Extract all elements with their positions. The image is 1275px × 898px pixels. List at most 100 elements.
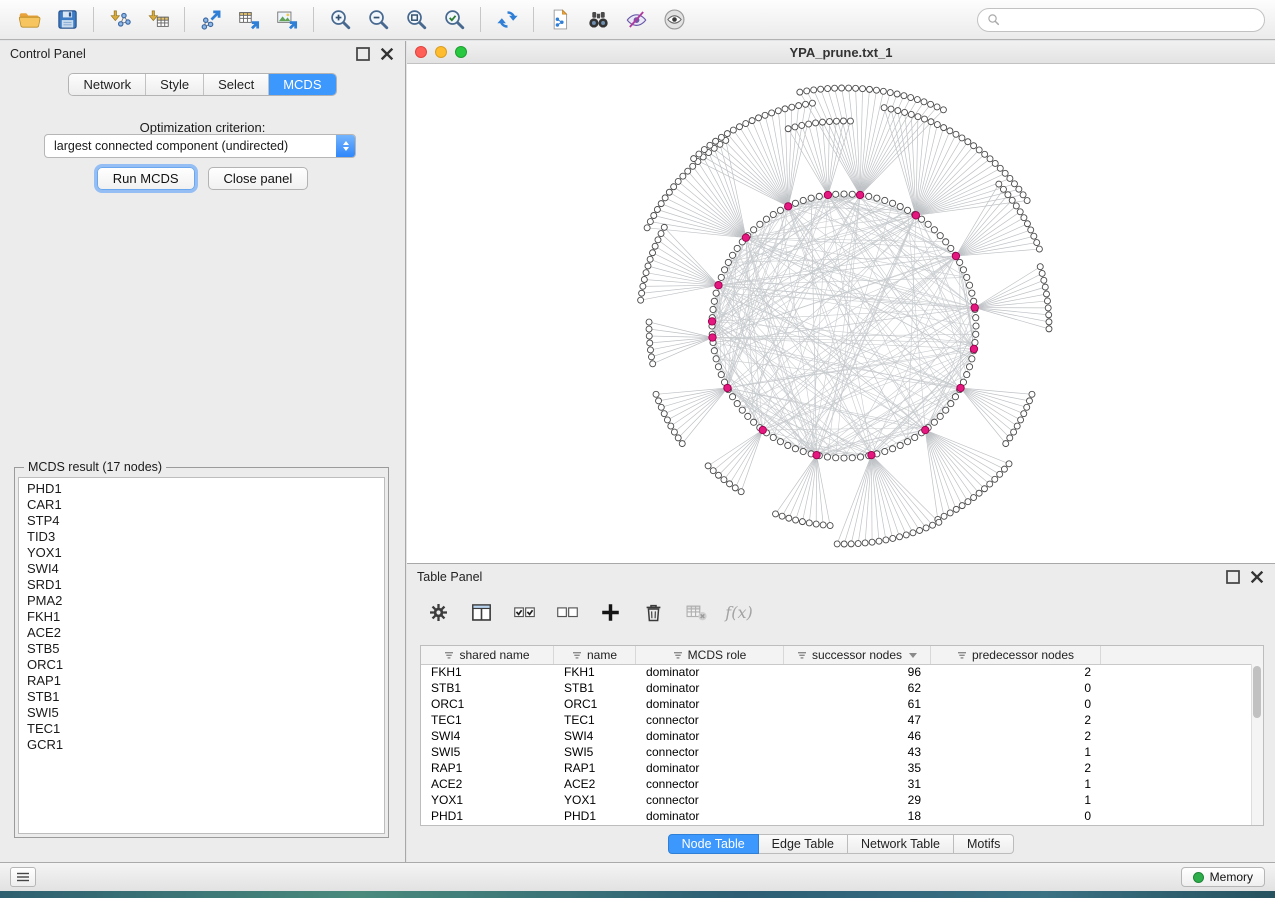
function-builder-button[interactable]: f(x) (724, 597, 754, 627)
mcds-result-item[interactable]: GCR1 (19, 737, 384, 753)
tab-mcds[interactable]: MCDS (269, 74, 335, 95)
table-cell: ACE2 (421, 776, 554, 792)
show-all-button[interactable] (655, 5, 693, 35)
table-cell-filler (1101, 696, 1252, 712)
mcds-result-item[interactable]: PMA2 (19, 593, 384, 609)
table-scrollbar[interactable] (1251, 664, 1263, 825)
close-control-panel-button[interactable] (379, 46, 395, 62)
select-all-button[interactable] (509, 597, 539, 627)
mcds-result-item[interactable]: SWI5 (19, 705, 384, 721)
table-row[interactable]: FKH1FKH1dominator962 (421, 664, 1252, 680)
task-history-button[interactable] (10, 867, 36, 887)
zoom-in-button[interactable] (321, 5, 359, 35)
table-row[interactable]: TEC1TEC1connector472 (421, 712, 1252, 728)
zoom-selected-button[interactable] (435, 5, 473, 35)
mcds-result-item[interactable]: STP4 (19, 513, 384, 529)
export-table-button[interactable] (230, 5, 268, 35)
column-label: predecessor nodes (972, 648, 1074, 662)
table-row[interactable]: PHD1PHD1dominator180 (421, 808, 1252, 824)
table-cell: ORC1 (554, 696, 636, 712)
table-row[interactable]: ACE2ACE2connector311 (421, 776, 1252, 792)
mcds-result-item[interactable]: PHD1 (19, 481, 384, 497)
table-panel-title: Table Panel (417, 570, 482, 584)
zoom-fit-button[interactable] (397, 5, 435, 35)
table-row[interactable]: SWI5SWI5connector431 (421, 744, 1252, 760)
table-cell-filler (1101, 744, 1252, 760)
mcds-result-item[interactable]: FKH1 (19, 609, 384, 625)
column-header-MCDS-role[interactable]: MCDS role (636, 646, 784, 664)
network-canvas[interactable] (407, 64, 1275, 564)
float-table-panel-button[interactable] (1225, 569, 1241, 585)
refresh-button[interactable] (488, 5, 526, 35)
import-network-button[interactable] (101, 5, 139, 35)
table-cell: 2 (931, 664, 1101, 680)
mcds-result-item[interactable]: SWI4 (19, 561, 384, 577)
close-mcds-panel-button[interactable]: Close panel (208, 167, 309, 190)
control-panel-title: Control Panel (10, 47, 86, 61)
zoom-out-icon (367, 8, 390, 31)
tab-motifs[interactable]: Motifs (954, 834, 1014, 854)
table-cell: dominator (636, 664, 784, 680)
table-cell: SWI5 (554, 744, 636, 760)
tab-network[interactable]: Network (69, 74, 146, 95)
mcds-result-item[interactable]: TID3 (19, 529, 384, 545)
export-network-button[interactable] (192, 5, 230, 35)
column-header-name[interactable]: name (554, 646, 636, 664)
mcds-result-item[interactable]: RAP1 (19, 673, 384, 689)
float-panel-button[interactable] (355, 46, 371, 62)
mcds-result-item[interactable]: STB5 (19, 641, 384, 657)
tab-edge-table[interactable]: Edge Table (759, 834, 848, 854)
save-session-button[interactable] (48, 5, 86, 35)
zoom-out-button[interactable] (359, 5, 397, 35)
column-label: successor nodes (812, 648, 902, 662)
close-table-panel-button[interactable] (1249, 569, 1265, 585)
optimization-criterion-select[interactable]: largest connected component (undirected) (44, 134, 356, 158)
add-column-button[interactable] (595, 597, 625, 627)
table-panel: Table Panel f(x) shared name nameMCDS rol… (407, 564, 1275, 862)
mcds-result-item[interactable]: ORC1 (19, 657, 384, 673)
table-row[interactable]: YOX1YOX1connector291 (421, 792, 1252, 808)
table-cell: PHD1 (554, 808, 636, 824)
delete-table-button[interactable] (681, 597, 711, 627)
tab-style[interactable]: Style (146, 74, 204, 95)
mcds-result-item[interactable]: ACE2 (19, 625, 384, 641)
mcds-result-item[interactable]: YOX1 (19, 545, 384, 561)
column-header-shared-name[interactable]: shared name (421, 646, 554, 664)
export-image-button[interactable] (268, 5, 306, 35)
mcds-buttons-row: Run MCDS Close panel (0, 167, 405, 190)
network-window-titlebar: YPA_prune.txt_1 (407, 41, 1275, 64)
options-button[interactable] (423, 597, 453, 627)
delete-column-button[interactable] (638, 597, 668, 627)
run-mcds-button[interactable]: Run MCDS (97, 167, 195, 190)
mcds-result-item[interactable]: STB1 (19, 689, 384, 705)
search-input[interactable] (1006, 12, 1255, 28)
table-row[interactable]: RAP1RAP1dominator352 (421, 760, 1252, 776)
table-row[interactable]: STB1STB1dominator620 (421, 680, 1252, 696)
open-file-button[interactable] (10, 5, 48, 35)
control-panel-header: Control Panel (0, 41, 405, 67)
deselect-all-button[interactable] (552, 597, 582, 627)
mcds-result-item[interactable]: CAR1 (19, 497, 384, 513)
table-cell: connector (636, 776, 784, 792)
mcds-result-item[interactable]: TEC1 (19, 721, 384, 737)
find-button[interactable] (579, 5, 617, 35)
import-table-button[interactable] (139, 5, 177, 35)
table-row[interactable]: SWI4SWI4dominator462 (421, 728, 1252, 744)
memory-button[interactable]: Memory (1181, 867, 1265, 887)
mcds-result-item[interactable]: SRD1 (19, 577, 384, 593)
column-header-predecessor-nodes[interactable]: predecessor nodes (931, 646, 1101, 664)
eye-icon (663, 8, 686, 31)
tab-select[interactable]: Select (204, 74, 269, 95)
column-header-successor-nodes[interactable]: successor nodes (784, 646, 931, 664)
select-stepper-icon (336, 135, 355, 157)
show-columns-button[interactable] (466, 597, 496, 627)
search-box[interactable] (977, 8, 1265, 32)
hide-selected-button[interactable] (617, 5, 655, 35)
tab-node-table[interactable]: Node Table (668, 834, 759, 854)
zoom-in-icon (329, 8, 352, 31)
table-row[interactable]: ORC1ORC1dominator610 (421, 696, 1252, 712)
share-document-button[interactable] (541, 5, 579, 35)
column-label: shared name (459, 648, 529, 662)
scrollbar-thumb[interactable] (1253, 666, 1261, 718)
tab-network-table[interactable]: Network Table (848, 834, 954, 854)
